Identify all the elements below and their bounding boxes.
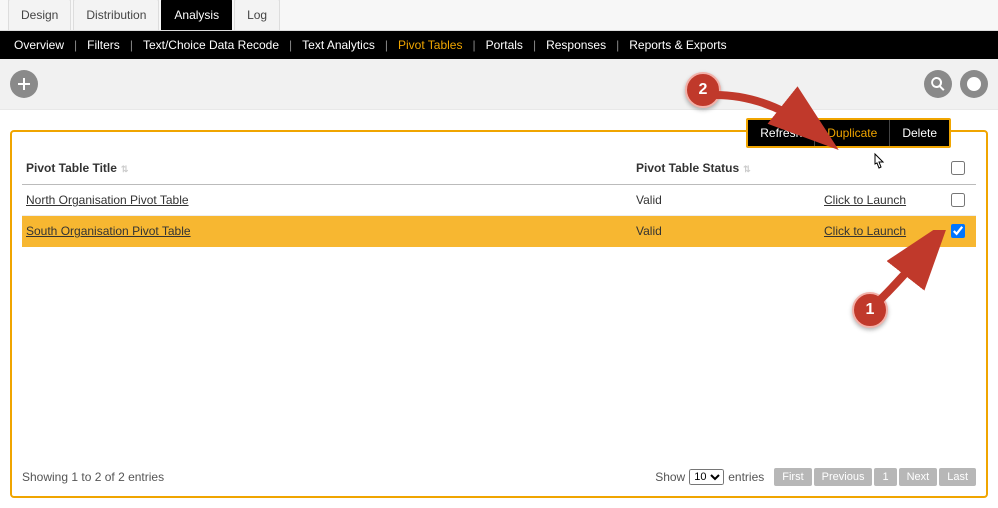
col-launch-header <box>820 152 938 185</box>
subnav-responses[interactable]: Responses <box>542 38 610 52</box>
page-size-select[interactable]: 10 <box>689 469 724 485</box>
launch-link[interactable]: Click to Launch <box>824 193 906 207</box>
select-all-checkbox[interactable] <box>951 161 965 175</box>
pager-page-1[interactable]: 1 <box>874 468 896 486</box>
status-cell: Valid <box>632 216 820 247</box>
search-button[interactable] <box>924 70 952 98</box>
delete-button[interactable]: Delete <box>890 120 949 146</box>
toolbar <box>0 59 998 110</box>
pager-next[interactable]: Next <box>899 468 938 486</box>
show-label-pre: Show <box>655 470 685 484</box>
subnav-sep: | <box>68 38 83 52</box>
subnav-reports[interactable]: Reports & Exports <box>625 38 730 52</box>
info-button[interactable] <box>960 70 988 98</box>
show-label-post: entries <box>728 470 764 484</box>
pagination: First Previous 1 Next Last <box>774 468 976 486</box>
tab-analysis[interactable]: Analysis <box>161 0 232 30</box>
launch-link[interactable]: Click to Launch <box>824 224 906 238</box>
pivot-title-link[interactable]: North Organisation Pivot Table <box>26 193 189 207</box>
subnav-overview[interactable]: Overview <box>10 38 68 52</box>
col-status-header[interactable]: Pivot Table Status⇅ <box>632 152 820 185</box>
subnav-filters[interactable]: Filters <box>83 38 124 52</box>
panel-actions: Refresh Duplicate Delete <box>746 118 951 148</box>
table-row: South Organisation Pivot Table Valid Cli… <box>22 216 976 247</box>
status-cell: Valid <box>632 185 820 216</box>
pager-prev[interactable]: Previous <box>814 468 873 486</box>
duplicate-button[interactable]: Duplicate <box>815 120 890 146</box>
subnav-sep: | <box>527 38 542 52</box>
showing-text: Showing 1 to 2 of 2 entries <box>22 470 164 484</box>
sort-icon: ⇅ <box>743 164 751 174</box>
subnav-portals[interactable]: Portals <box>482 38 527 52</box>
panel-footer: Showing 1 to 2 of 2 entries Show 10 entr… <box>22 468 976 486</box>
subnav-sep: | <box>379 38 394 52</box>
tab-distribution[interactable]: Distribution <box>73 0 159 30</box>
sort-icon: ⇅ <box>121 164 129 174</box>
row-checkbox[interactable] <box>951 193 965 207</box>
table-row: North Organisation Pivot Table Valid Cli… <box>22 185 976 216</box>
tab-log[interactable]: Log <box>234 0 280 30</box>
add-button[interactable] <box>10 70 38 98</box>
tab-design[interactable]: Design <box>8 0 71 30</box>
subnav-pivot-tables[interactable]: Pivot Tables <box>394 38 466 52</box>
pager-last[interactable]: Last <box>939 468 976 486</box>
pager-first[interactable]: First <box>774 468 811 486</box>
subnav-recode[interactable]: Text/Choice Data Recode <box>139 38 283 52</box>
subnav-text-analytics[interactable]: Text Analytics <box>298 38 379 52</box>
pivot-tables-table: Pivot Table Title⇅ Pivot Table Status⇅ N… <box>22 152 976 247</box>
subnav-sep: | <box>610 38 625 52</box>
pivot-table-panel: Refresh Duplicate Delete Pivot Table Tit… <box>10 130 988 498</box>
subnav-sep: | <box>283 38 298 52</box>
row-checkbox[interactable] <box>951 224 965 238</box>
refresh-button[interactable]: Refresh <box>748 120 815 146</box>
subnav: Overview| Filters| Text/Choice Data Reco… <box>0 31 998 59</box>
pivot-title-link[interactable]: South Organisation Pivot Table <box>26 224 191 238</box>
col-select-header <box>938 152 976 185</box>
top-tabs: Design Distribution Analysis Log <box>0 0 998 31</box>
col-title-header[interactable]: Pivot Table Title⇅ <box>22 152 632 185</box>
subnav-sep: | <box>124 38 139 52</box>
subnav-sep: | <box>466 38 481 52</box>
